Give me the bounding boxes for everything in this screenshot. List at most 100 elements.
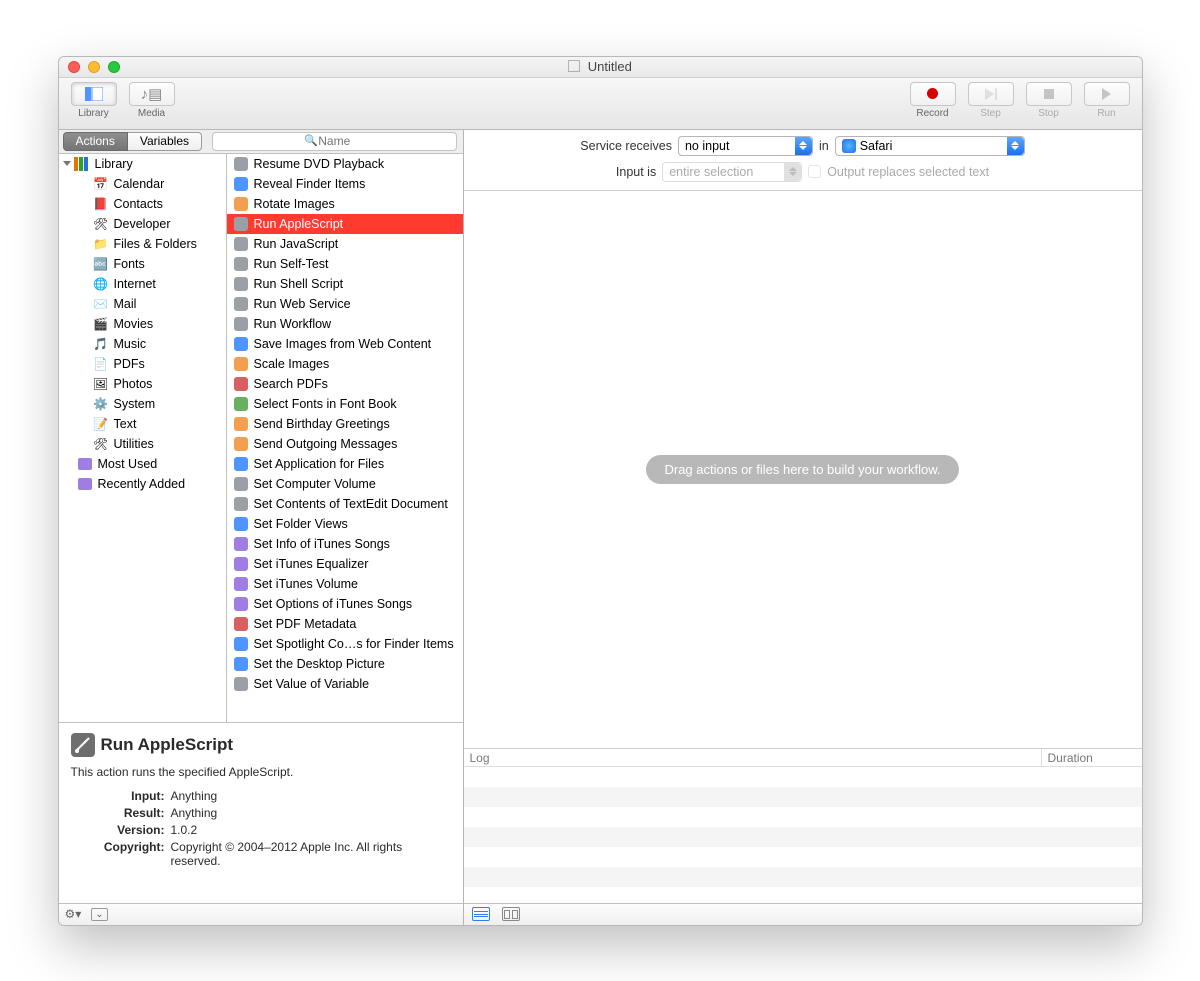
category-item[interactable]: 🎬Movies <box>59 314 226 334</box>
action-item[interactable]: Send Outgoing Messages <box>227 434 463 454</box>
action-item[interactable]: Set Application for Files <box>227 454 463 474</box>
log-column-header[interactable]: Log <box>464 749 1042 766</box>
smart-folder-icon <box>77 476 93 492</box>
action-item[interactable]: Set Contents of TextEdit Document <box>227 494 463 514</box>
category-item[interactable]: 🛠Developer <box>59 214 226 234</box>
variables-view-button[interactable] <box>502 907 520 921</box>
categories-list[interactable]: Library📅Calendar📕Contacts🛠Developer📁File… <box>59 154 227 722</box>
action-label: Set iTunes Equalizer <box>254 557 369 571</box>
action-item[interactable]: Set iTunes Volume <box>227 574 463 594</box>
action-item[interactable]: Run Shell Script <box>227 274 463 294</box>
step-button[interactable]: Step <box>964 82 1018 119</box>
play-icon <box>1102 88 1111 100</box>
action-item[interactable]: Set Value of Variable <box>227 674 463 694</box>
action-icon <box>233 376 249 392</box>
category-label: Music <box>114 337 147 351</box>
category-label: Files & Folders <box>114 237 197 251</box>
category-item[interactable]: 📄PDFs <box>59 354 226 374</box>
action-item[interactable]: Run Web Service <box>227 294 463 314</box>
gear-menu-button[interactable]: ⚙︎▾ <box>65 907 82 921</box>
category-item[interactable]: 🎵 Music <box>59 334 226 354</box>
action-item[interactable]: Reveal Finder Items <box>227 174 463 194</box>
input-is-label: Input is <box>616 165 656 179</box>
action-icon <box>233 316 249 332</box>
category-item[interactable]: 🔤Fonts <box>59 254 226 274</box>
service-app-popup[interactable]: Safari <box>835 136 1025 156</box>
action-item[interactable]: Save Images from Web Content <box>227 334 463 354</box>
category-item[interactable]: 📝Text <box>59 414 226 434</box>
stop-button[interactable]: Stop <box>1022 82 1076 119</box>
document-proxy-icon[interactable] <box>568 60 580 72</box>
category-item[interactable]: 📕Contacts <box>59 194 226 214</box>
action-label: Scale Images <box>254 357 330 371</box>
category-item[interactable]: ⚙️System <box>59 394 226 414</box>
info-result-label: Result: <box>71 806 171 820</box>
media-tool-button[interactable]: ♪▤ Media <box>125 82 179 119</box>
action-item[interactable]: Select Fonts in Font Book <box>227 394 463 414</box>
record-button[interactable]: Record <box>906 82 960 119</box>
action-item[interactable]: Set Spotlight Co…s for Finder Items <box>227 634 463 654</box>
category-item[interactable]: 🛠Utilities <box>59 434 226 454</box>
variables-tab[interactable]: Variables <box>128 132 202 151</box>
category-item[interactable]: 🌐Internet <box>59 274 226 294</box>
category-library[interactable]: Library <box>59 154 226 174</box>
action-item[interactable]: Run JavaScript <box>227 234 463 254</box>
action-item[interactable]: Search PDFs <box>227 374 463 394</box>
library-tool-button[interactable]: Library <box>67 82 121 119</box>
category-label: Text <box>114 417 137 431</box>
action-item[interactable]: Set Folder Views <box>227 514 463 534</box>
action-item[interactable]: Set Options of iTunes Songs <box>227 594 463 614</box>
action-item[interactable]: Run Workflow <box>227 314 463 334</box>
category-label: PDFs <box>114 357 145 371</box>
category-smart-item[interactable]: Recently Added <box>59 474 226 494</box>
service-receives-label: Service receives <box>580 139 672 153</box>
actions-tab[interactable]: Actions <box>63 132 128 151</box>
duration-column-header[interactable]: Duration <box>1042 749 1142 766</box>
workflow-placeholder: Drag actions or files here to build your… <box>646 455 958 484</box>
category-icon: 🎵 <box>93 336 109 352</box>
info-title: Run AppleScript <box>101 735 234 755</box>
action-label: Set Value of Variable <box>254 677 370 691</box>
action-item[interactable]: Resume DVD Playback <box>227 154 463 174</box>
info-result-value: Anything <box>171 806 451 820</box>
category-smart-item[interactable]: Most Used <box>59 454 226 474</box>
info-copyright-value: Copyright © 2004–2012 Apple Inc. All rig… <box>171 840 451 868</box>
disclosure-triangle-icon[interactable] <box>63 161 71 166</box>
log-view-button[interactable] <box>472 907 490 921</box>
action-item[interactable]: Send Birthday Greetings <box>227 414 463 434</box>
category-icon: 🖼 <box>93 376 109 392</box>
action-item[interactable]: Set the Desktop Picture <box>227 654 463 674</box>
action-icon <box>233 676 249 692</box>
category-icon: 📅 <box>93 176 109 192</box>
action-item[interactable]: Run AppleScript <box>227 214 463 234</box>
action-label: Run Web Service <box>254 297 351 311</box>
action-item[interactable]: Set Info of iTunes Songs <box>227 534 463 554</box>
category-label: Photos <box>114 377 153 391</box>
service-receives-popup[interactable]: no input <box>678 136 813 156</box>
applescript-large-icon <box>71 733 95 757</box>
actions-list[interactable]: Resume DVD PlaybackReveal Finder ItemsRo… <box>227 154 463 722</box>
action-icon <box>233 216 249 232</box>
category-item[interactable]: 🖼 Photos <box>59 374 226 394</box>
info-input-label: Input: <box>71 789 171 803</box>
search-input[interactable] <box>212 132 457 151</box>
action-item[interactable]: Set iTunes Equalizer <box>227 554 463 574</box>
action-label: Send Outgoing Messages <box>254 437 398 451</box>
action-item[interactable]: Rotate Images <box>227 194 463 214</box>
info-version-label: Version: <box>71 823 171 837</box>
in-label: in <box>819 139 829 153</box>
workflow-toggle-button[interactable]: ⌄ <box>91 908 107 921</box>
action-item[interactable]: Scale Images <box>227 354 463 374</box>
action-item[interactable]: Set PDF Metadata <box>227 614 463 634</box>
action-label: Set Application for Files <box>254 457 385 471</box>
run-button[interactable]: Run <box>1080 82 1134 119</box>
run-label: Run <box>1097 108 1115 119</box>
action-item[interactable]: Run Self-Test <box>227 254 463 274</box>
category-icon: 📕 <box>93 196 109 212</box>
category-item[interactable]: 📅Calendar <box>59 174 226 194</box>
category-item[interactable]: ✉️Mail <box>59 294 226 314</box>
workflow-canvas[interactable]: Drag actions or files here to build your… <box>464 191 1142 748</box>
input-is-value: entire selection <box>669 165 753 179</box>
category-item[interactable]: 📁Files & Folders <box>59 234 226 254</box>
action-item[interactable]: Set Computer Volume <box>227 474 463 494</box>
